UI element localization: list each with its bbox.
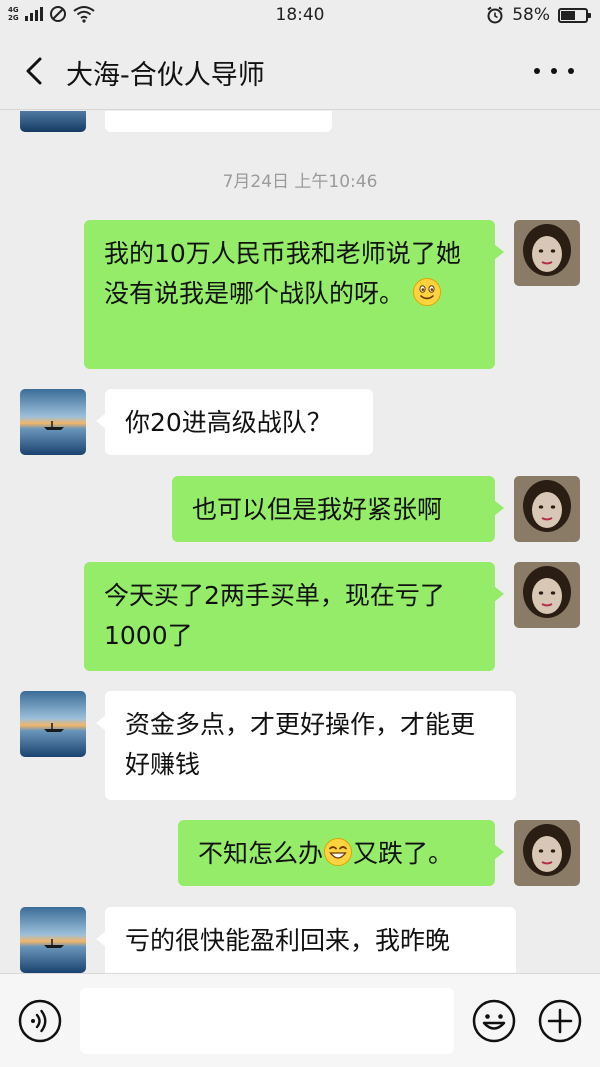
message-bubble-other[interactable]: 资金多点，才更好操作，才能更好赚钱 [96, 691, 516, 800]
more-functions-plus-icon[interactable] [537, 998, 583, 1044]
grinning-emoji-icon [324, 838, 353, 866]
message-bubble-other[interactable]: 亏的很快能盈利回来，我昨晚 [96, 907, 516, 973]
message-text: 我的10万人民币我和老师说了她没有说我是哪个战队的呀。 [104, 239, 461, 308]
message-bubble-self[interactable]: 我的10万人民币我和老师说了她没有说我是哪个战队的呀。 [84, 220, 504, 369]
message-bubble-self[interactable]: 今天买了2两手买单，现在亏了1000了 [84, 562, 504, 671]
message-text: 资金多点，才更好操作，才能更好赚钱 [125, 710, 476, 779]
status-bar: 4G 2G 18:40 58% [0, 0, 600, 32]
message-text: 不知怎么办 [198, 839, 324, 868]
message-text: 又跌了。 [353, 839, 454, 868]
battery-fill [561, 10, 575, 20]
alarm-clock-icon [487, 6, 503, 24]
input-bar [0, 973, 600, 1067]
message-timestamp: 7月24日 上午10:46 [222, 172, 378, 192]
back-arrow-icon[interactable] [18, 54, 52, 88]
self-avatar[interactable] [514, 220, 580, 286]
voice-input-icon[interactable] [17, 998, 63, 1044]
message-bubble-self[interactable]: 也可以但是我好紧张啊 [172, 476, 504, 542]
contact-avatar[interactable] [20, 691, 86, 757]
chat-header: 大海-合伙人导师 [0, 32, 600, 110]
message-text: 亏的很快能盈利回来，我昨晚 [125, 926, 451, 955]
message-bubble-other[interactable]: 你20进高级战队？ [96, 389, 373, 455]
message-list[interactable]: 7月24日 上午10:46 我的10万人民币我和老师说了她没有说我是哪个战队的呀… [0, 111, 600, 973]
self-avatar[interactable] [514, 820, 580, 886]
slightly-smiling-emoji-icon [412, 278, 441, 306]
message-text: 你20进高级战队？ [125, 408, 332, 437]
battery-icon [558, 7, 591, 23]
message-bubble-clipped[interactable] [105, 111, 332, 132]
status-right-icons: 58% [486, 5, 591, 25]
contact-avatar[interactable] [20, 907, 86, 973]
battery-percent: 58% [512, 5, 550, 25]
message-input[interactable] [80, 988, 454, 1054]
message-bubble-self[interactable]: 不知怎么办 又跌了。 [178, 820, 504, 886]
message-text: 今天买了2两手买单，现在亏了1000了 [104, 581, 445, 650]
chat-title: 大海-合伙人导师 [66, 60, 265, 91]
self-avatar[interactable] [514, 562, 580, 628]
contact-avatar[interactable] [20, 111, 86, 132]
more-options-icon[interactable] [534, 54, 574, 88]
emoji-picker-icon[interactable] [471, 998, 517, 1044]
self-avatar[interactable] [514, 476, 580, 542]
message-text: 也可以但是我好紧张啊 [192, 495, 443, 524]
contact-avatar[interactable] [20, 389, 86, 455]
